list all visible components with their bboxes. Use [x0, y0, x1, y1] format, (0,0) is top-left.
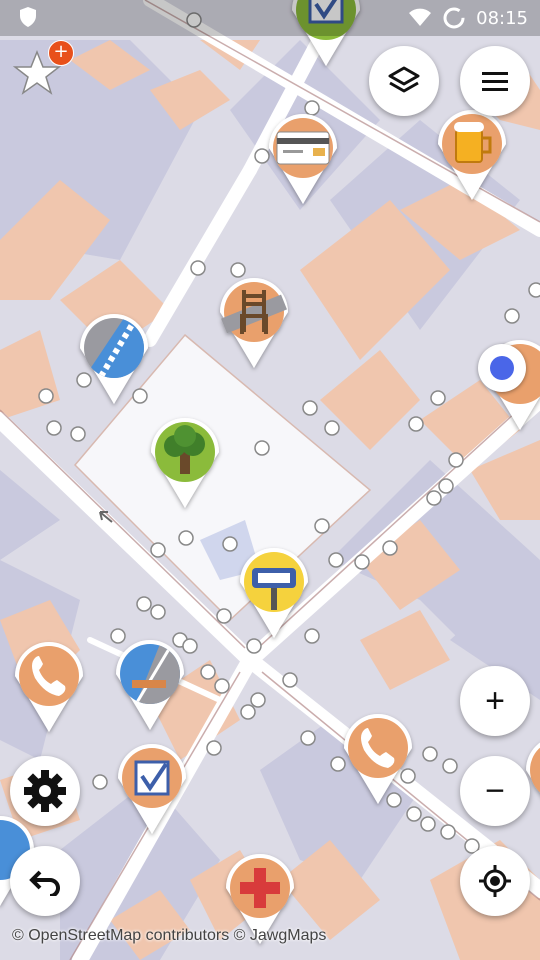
- map-node[interactable]: [150, 604, 166, 620]
- map-node[interactable]: [76, 372, 92, 388]
- settings-button[interactable]: [10, 756, 80, 826]
- menu-button[interactable]: [460, 46, 530, 116]
- map-node[interactable]: [504, 308, 520, 324]
- zoom-out-button[interactable]: −: [460, 756, 530, 826]
- map-node[interactable]: [300, 730, 316, 746]
- map-node[interactable]: [304, 628, 320, 644]
- wifi-icon: [409, 8, 432, 26]
- map-node[interactable]: [216, 608, 232, 624]
- moon-icon: [56, 8, 65, 26]
- status-bar: 08:15: [0, 0, 540, 36]
- map-node[interactable]: [406, 806, 422, 822]
- map-canvas[interactable]: [0, 0, 540, 960]
- map-node[interactable]: [190, 260, 206, 276]
- map-node[interactable]: [110, 628, 126, 644]
- map-node[interactable]: [304, 100, 320, 116]
- map-node[interactable]: [438, 478, 454, 494]
- map-node[interactable]: [136, 596, 152, 612]
- map-node[interactable]: [182, 638, 198, 654]
- map-node[interactable]: [314, 518, 330, 534]
- map-node[interactable]: [400, 768, 416, 784]
- map-node[interactable]: [448, 452, 464, 468]
- map-node[interactable]: [422, 746, 438, 762]
- map-node[interactable]: [328, 552, 344, 568]
- map-node[interactable]: [282, 672, 298, 688]
- map-node[interactable]: [528, 282, 540, 298]
- map-node[interactable]: [222, 536, 238, 552]
- current-location-dot: [478, 344, 526, 392]
- map-node[interactable]: [240, 704, 256, 720]
- map-node[interactable]: [324, 420, 340, 436]
- undo-button[interactable]: [10, 846, 80, 916]
- layers-icon: [388, 66, 420, 93]
- map-node[interactable]: [214, 678, 230, 694]
- shield-icon: [20, 7, 36, 27]
- map-node[interactable]: [150, 542, 166, 558]
- map-node[interactable]: [382, 540, 398, 556]
- map-attribution[interactable]: © OpenStreetMap contributors © JawgMaps: [12, 927, 326, 945]
- layers-button[interactable]: [369, 46, 439, 116]
- map-node[interactable]: [230, 262, 246, 278]
- map-node[interactable]: [178, 530, 194, 546]
- map-node[interactable]: [250, 692, 266, 708]
- map-node[interactable]: [386, 792, 402, 808]
- map-node[interactable]: [206, 740, 222, 756]
- map-node[interactable]: [246, 638, 262, 654]
- map-node[interactable]: [354, 554, 370, 570]
- map-node[interactable]: [70, 426, 86, 442]
- undo-icon: [29, 870, 60, 896]
- sync-ring-icon: [443, 7, 465, 29]
- map-node[interactable]: [408, 416, 424, 432]
- map-node[interactable]: [440, 824, 456, 840]
- locate-button[interactable]: [460, 846, 530, 916]
- map-node[interactable]: [200, 664, 216, 680]
- map-node[interactable]: [442, 758, 458, 774]
- my-location-icon: [479, 865, 511, 897]
- clock: 08:15: [476, 7, 528, 29]
- map-node[interactable]: [420, 816, 436, 832]
- map-node[interactable]: [46, 420, 62, 436]
- zoom-in-button[interactable]: +: [460, 666, 530, 736]
- map-node[interactable]: [254, 148, 270, 164]
- map-node[interactable]: [254, 440, 270, 456]
- hamburger-menu-icon: [482, 72, 508, 91]
- map-node[interactable]: [426, 490, 442, 506]
- gear-icon: [24, 770, 66, 812]
- map-node[interactable]: [302, 400, 318, 416]
- map-node[interactable]: [92, 774, 108, 790]
- map-node[interactable]: [38, 388, 54, 404]
- map-node[interactable]: [132, 388, 148, 404]
- map-node[interactable]: [330, 756, 346, 772]
- star-badge: +: [48, 40, 74, 66]
- map-node[interactable]: [430, 390, 446, 406]
